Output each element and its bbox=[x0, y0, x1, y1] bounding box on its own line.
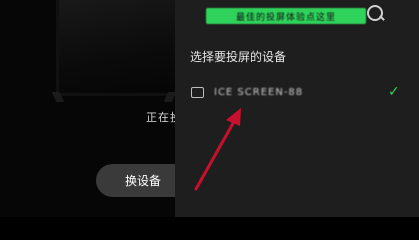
device-list-item[interactable]: ICE SCREEN-88 ✓ bbox=[186, 82, 412, 108]
promo-banner[interactable]: 最佳的投屏体验点这里 bbox=[206, 8, 366, 24]
device-section-title: 选择要投屏的设备 bbox=[190, 50, 287, 64]
device-name: ICE SCREEN-88 bbox=[214, 87, 304, 98]
help-search-icon[interactable] bbox=[367, 5, 383, 21]
device-select-panel bbox=[175, 0, 419, 217]
check-icon: ✓ bbox=[388, 84, 400, 100]
video-preview-area: 正在投 换设备 bbox=[0, 0, 190, 217]
screen-icon bbox=[191, 87, 204, 98]
tv-illustration bbox=[56, 0, 186, 96]
